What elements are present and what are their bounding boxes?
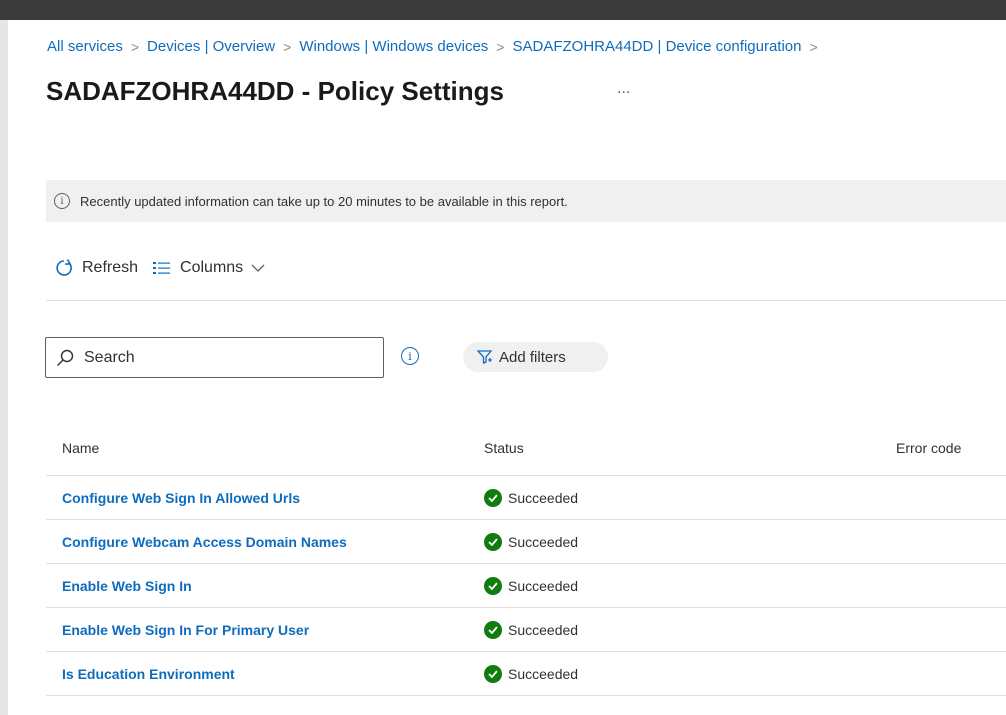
status-text: Succeeded bbox=[508, 621, 579, 638]
table-header: Name Status Error code bbox=[46, 420, 1006, 476]
table-row: Is Education Environment Succeeded bbox=[46, 652, 1006, 696]
chevron-down-icon bbox=[251, 264, 265, 272]
table-row: Configure Web Sign In Allowed Urls Succe… bbox=[46, 476, 1006, 520]
setting-name-link[interactable]: Is Education Environment bbox=[62, 666, 235, 682]
column-header-name[interactable]: Name bbox=[46, 440, 484, 456]
status-text: Succeeded bbox=[508, 489, 579, 506]
success-check-icon bbox=[484, 532, 502, 551]
top-bar bbox=[0, 0, 1006, 20]
refresh-icon bbox=[56, 259, 72, 276]
refresh-button[interactable]: Refresh bbox=[54, 258, 138, 278]
setting-name-link[interactable]: Configure Webcam Access Domain Names bbox=[62, 534, 347, 550]
breadcrumb-device-configuration[interactable]: SADAFZOHRA44DD | Device configuration bbox=[512, 38, 801, 55]
add-filters-button[interactable]: Add filters bbox=[463, 342, 608, 372]
setting-name-link[interactable]: Enable Web Sign In For Primary User bbox=[62, 622, 309, 638]
toolbar-divider bbox=[46, 300, 1006, 301]
info-icon: i bbox=[54, 193, 70, 209]
more-options-button[interactable]: ... bbox=[617, 80, 630, 98]
table-row: Configure Webcam Access Domain Names Suc… bbox=[46, 520, 1006, 564]
setting-name-link[interactable]: Configure Web Sign In Allowed Urls bbox=[62, 490, 300, 506]
list-icon bbox=[153, 262, 171, 274]
breadcrumb: All services > Devices | Overview > Wind… bbox=[47, 38, 826, 55]
table-row: Enable Web Sign In For Primary User Succ… bbox=[46, 608, 1006, 652]
success-check-icon bbox=[484, 488, 502, 507]
search-icon bbox=[57, 349, 74, 366]
chevron-right-icon: > bbox=[809, 38, 818, 55]
policy-settings-table: Name Status Error code Configure Web Sig… bbox=[46, 420, 1006, 696]
table-row: Enable Web Sign In Succeeded bbox=[46, 564, 1006, 608]
columns-button[interactable]: Columns bbox=[152, 259, 265, 277]
add-filters-label: Add filters bbox=[499, 348, 566, 366]
info-banner-text: Recently updated information can take up… bbox=[80, 193, 568, 209]
column-header-status[interactable]: Status bbox=[484, 440, 896, 456]
refresh-label: Refresh bbox=[82, 259, 139, 276]
status-text: Succeeded bbox=[508, 577, 579, 594]
search-info-icon[interactable]: i bbox=[401, 347, 419, 365]
success-check-icon bbox=[484, 576, 502, 595]
breadcrumb-devices-overview[interactable]: Devices | Overview bbox=[147, 38, 275, 55]
status-text: Succeeded bbox=[508, 533, 579, 550]
filter-icon bbox=[477, 350, 493, 364]
column-header-error-code[interactable]: Error code bbox=[896, 440, 1006, 456]
search-input[interactable] bbox=[84, 348, 364, 367]
chevron-right-icon: > bbox=[283, 38, 292, 55]
status-text: Succeeded bbox=[508, 665, 579, 682]
breadcrumb-all-services[interactable]: All services bbox=[47, 38, 123, 55]
success-check-icon bbox=[484, 664, 502, 683]
setting-name-link[interactable]: Enable Web Sign In bbox=[62, 578, 192, 594]
page-title: SADAFZOHRA44DD - Policy Settings bbox=[46, 76, 504, 106]
success-check-icon bbox=[484, 620, 502, 639]
columns-label: Columns bbox=[180, 259, 244, 276]
toolbar: Refresh Columns bbox=[54, 258, 279, 278]
chevron-right-icon: > bbox=[496, 38, 505, 55]
chevron-right-icon: > bbox=[130, 38, 140, 55]
search-box[interactable] bbox=[45, 337, 384, 378]
left-rail bbox=[0, 20, 8, 715]
breadcrumb-windows-devices[interactable]: Windows | Windows devices bbox=[299, 38, 488, 55]
info-banner: i Recently updated information can take … bbox=[46, 180, 1006, 222]
